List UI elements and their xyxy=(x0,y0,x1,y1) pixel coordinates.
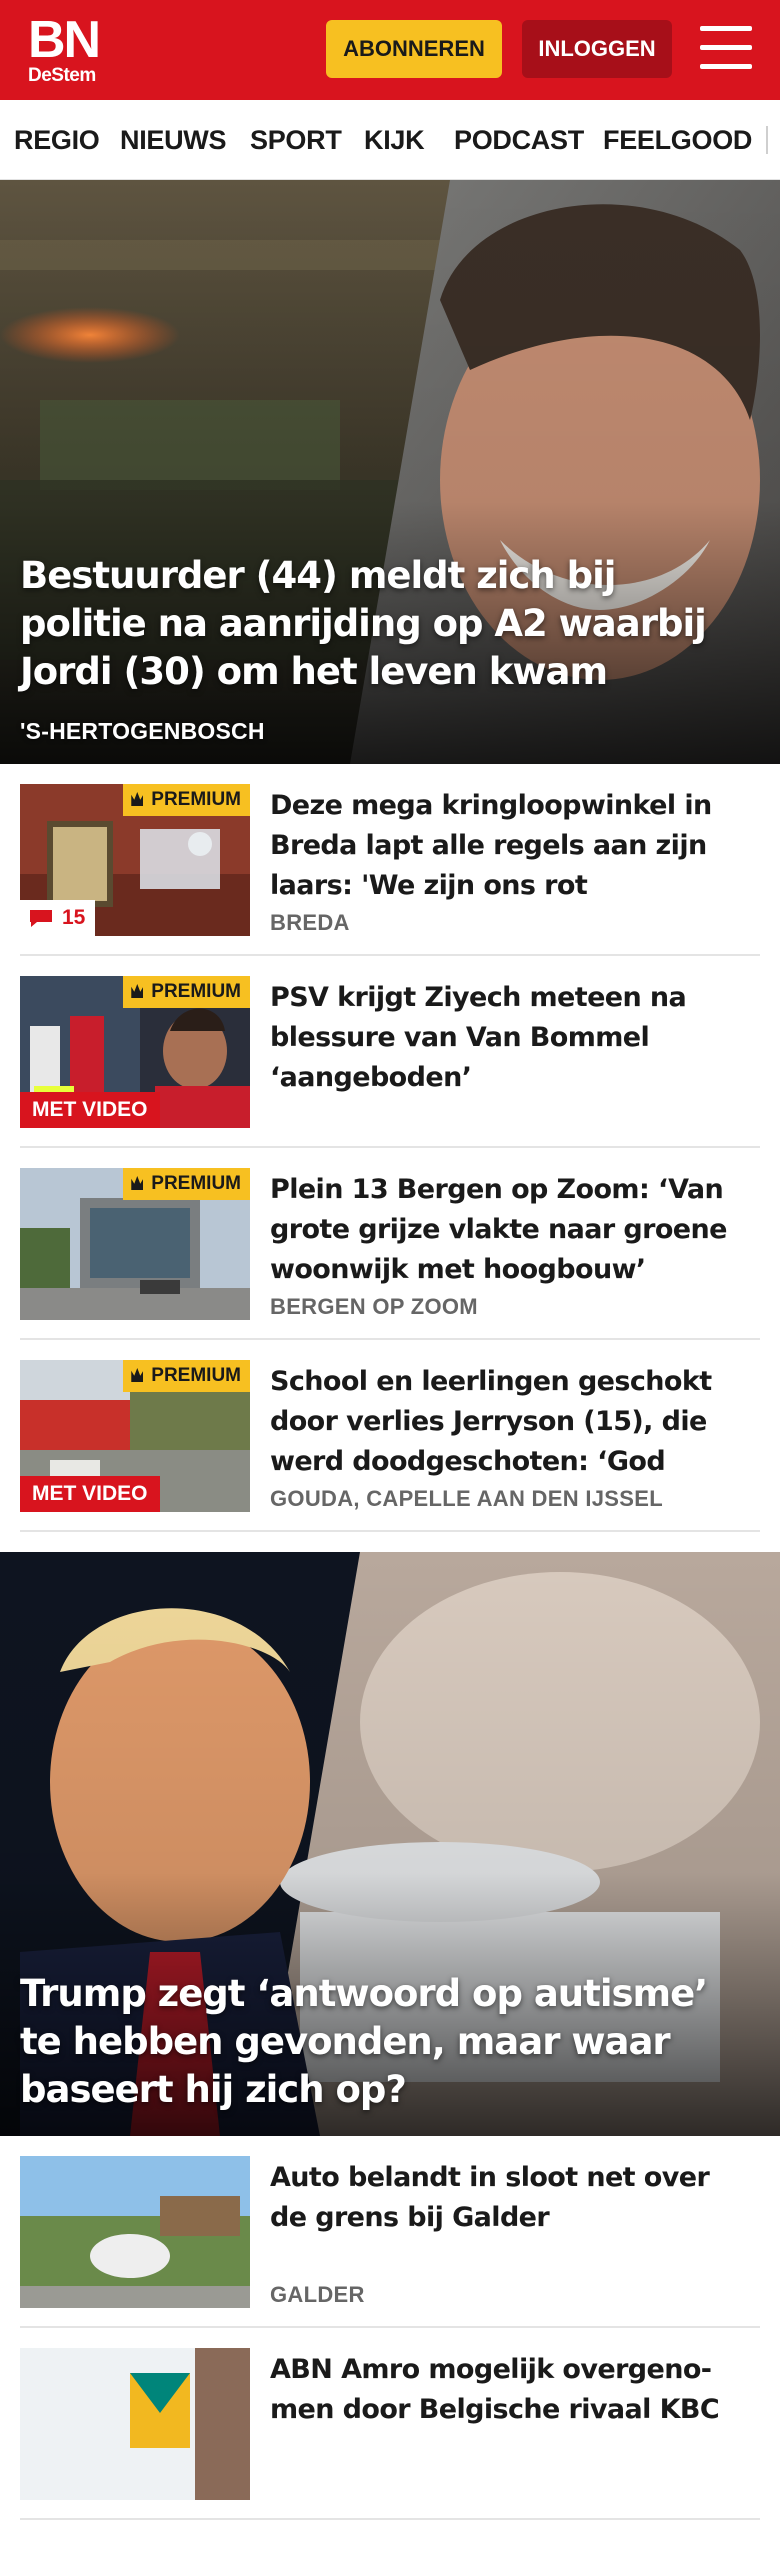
nav-divider xyxy=(766,126,768,154)
article-thumbnail[interactable]: PREMIUM MET VIDEO xyxy=(20,976,250,1128)
video-badge: MET VIDEO xyxy=(20,1476,160,1512)
article-title[interactable]: Auto belandt in sloot net over de grens … xyxy=(270,2158,740,2278)
nav-item-kijk[interactable]: KIJK xyxy=(364,100,425,179)
logo-sub: DeStem xyxy=(28,65,96,86)
article-thumbnail[interactable]: PREMIUM xyxy=(20,1168,250,1320)
thumb-image xyxy=(20,2156,250,2308)
hero-1-title[interactable]: Bestuurder (44) meldt zich bij politie n… xyxy=(20,552,750,696)
article-location: GALDER xyxy=(270,2282,365,2307)
article-location: GOUDA, CAPELLE AAN DEN IJSSEL xyxy=(270,1486,663,1511)
hero-article-1[interactable]: Bestuurder (44) meldt zich bij politie n… xyxy=(0,180,780,764)
comment-count: 15 xyxy=(62,906,86,929)
subscribe-button[interactable]: ABONNEREN xyxy=(326,20,502,78)
nav-item-nieuws[interactable]: NIEUWS xyxy=(120,100,227,179)
article-title[interactable]: PSV krijgt Ziyech meteen na blessure van… xyxy=(270,978,740,1098)
list-item[interactable]: ABN Amro mogelijk overgeno­men door Belg… xyxy=(20,2328,760,2520)
hero-article-2[interactable]: Trump zegt ‘antwoord op autisme’ te hebb… xyxy=(0,1552,780,2136)
article-title[interactable]: School en leerlingen geschokt door verli… xyxy=(270,1362,740,1482)
list-item[interactable]: PREMIUM 15 Deze mega kringloopwinkel in … xyxy=(20,764,760,956)
article-thumbnail[interactable]: PREMIUM 15 xyxy=(20,784,250,936)
video-badge: MET VIDEO xyxy=(20,1092,160,1128)
nav-item-podcast[interactable]: PODCAST xyxy=(454,100,584,179)
article-title[interactable]: ABN Amro mogelijk overgeno­men door Belg… xyxy=(270,2350,740,2470)
list-item[interactable]: PREMIUM MET VIDEO School en leerlingen g… xyxy=(20,1340,760,1532)
premium-badge: PREMIUM xyxy=(123,1168,250,1200)
hamburger-menu-icon[interactable] xyxy=(700,26,752,72)
section-nav: REGIO NIEUWS SPORT KIJK PODCAST FEELGOOD xyxy=(0,100,780,180)
thumb-image xyxy=(20,2348,250,2500)
article-location: BREDA xyxy=(270,910,350,935)
premium-badge: PREMIUM xyxy=(123,1360,250,1392)
nav-item-regio[interactable]: REGIO xyxy=(14,100,100,179)
premium-badge: PREMIUM xyxy=(123,784,250,816)
article-thumbnail[interactable] xyxy=(20,2156,250,2308)
article-title[interactable]: Deze mega kringloopwinkel in Breda lapt … xyxy=(270,786,740,906)
comment-bubble-icon xyxy=(30,910,52,927)
hero-2-title[interactable]: Trump zegt ‘antwoord op autisme’ te hebb… xyxy=(20,1970,750,2114)
list-item[interactable]: PREMIUM MET VIDEO PSV krijgt Ziyech mete… xyxy=(20,956,760,1148)
article-thumbnail[interactable] xyxy=(20,2348,250,2500)
nav-item-feelgood[interactable]: FEELGOOD xyxy=(603,100,752,179)
login-button[interactable]: INLOGGEN xyxy=(522,20,672,78)
site-header: BN DeStem ABONNEREN INLOGGEN xyxy=(0,0,780,100)
logo-main: BN xyxy=(28,11,101,69)
article-thumbnail[interactable]: PREMIUM MET VIDEO xyxy=(20,1360,250,1512)
nav-item-sport[interactable]: SPORT xyxy=(250,100,342,179)
premium-badge: PREMIUM xyxy=(123,976,250,1008)
comment-count-badge[interactable]: 15 xyxy=(20,900,96,936)
site-logo[interactable]: BN DeStem xyxy=(28,14,112,86)
article-title[interactable]: Plein 13 Bergen op Zoom: ‘Van grote grij… xyxy=(270,1170,740,1290)
hero-1-location: 'S-HERTOGENBOSCH xyxy=(20,718,265,744)
list-item[interactable]: PREMIUM Plein 13 Bergen op Zoom: ‘Van gr… xyxy=(20,1148,760,1340)
article-location: BERGEN OP ZOOM xyxy=(270,1294,478,1319)
list-item[interactable]: Auto belandt in sloot net over de grens … xyxy=(20,2136,760,2328)
